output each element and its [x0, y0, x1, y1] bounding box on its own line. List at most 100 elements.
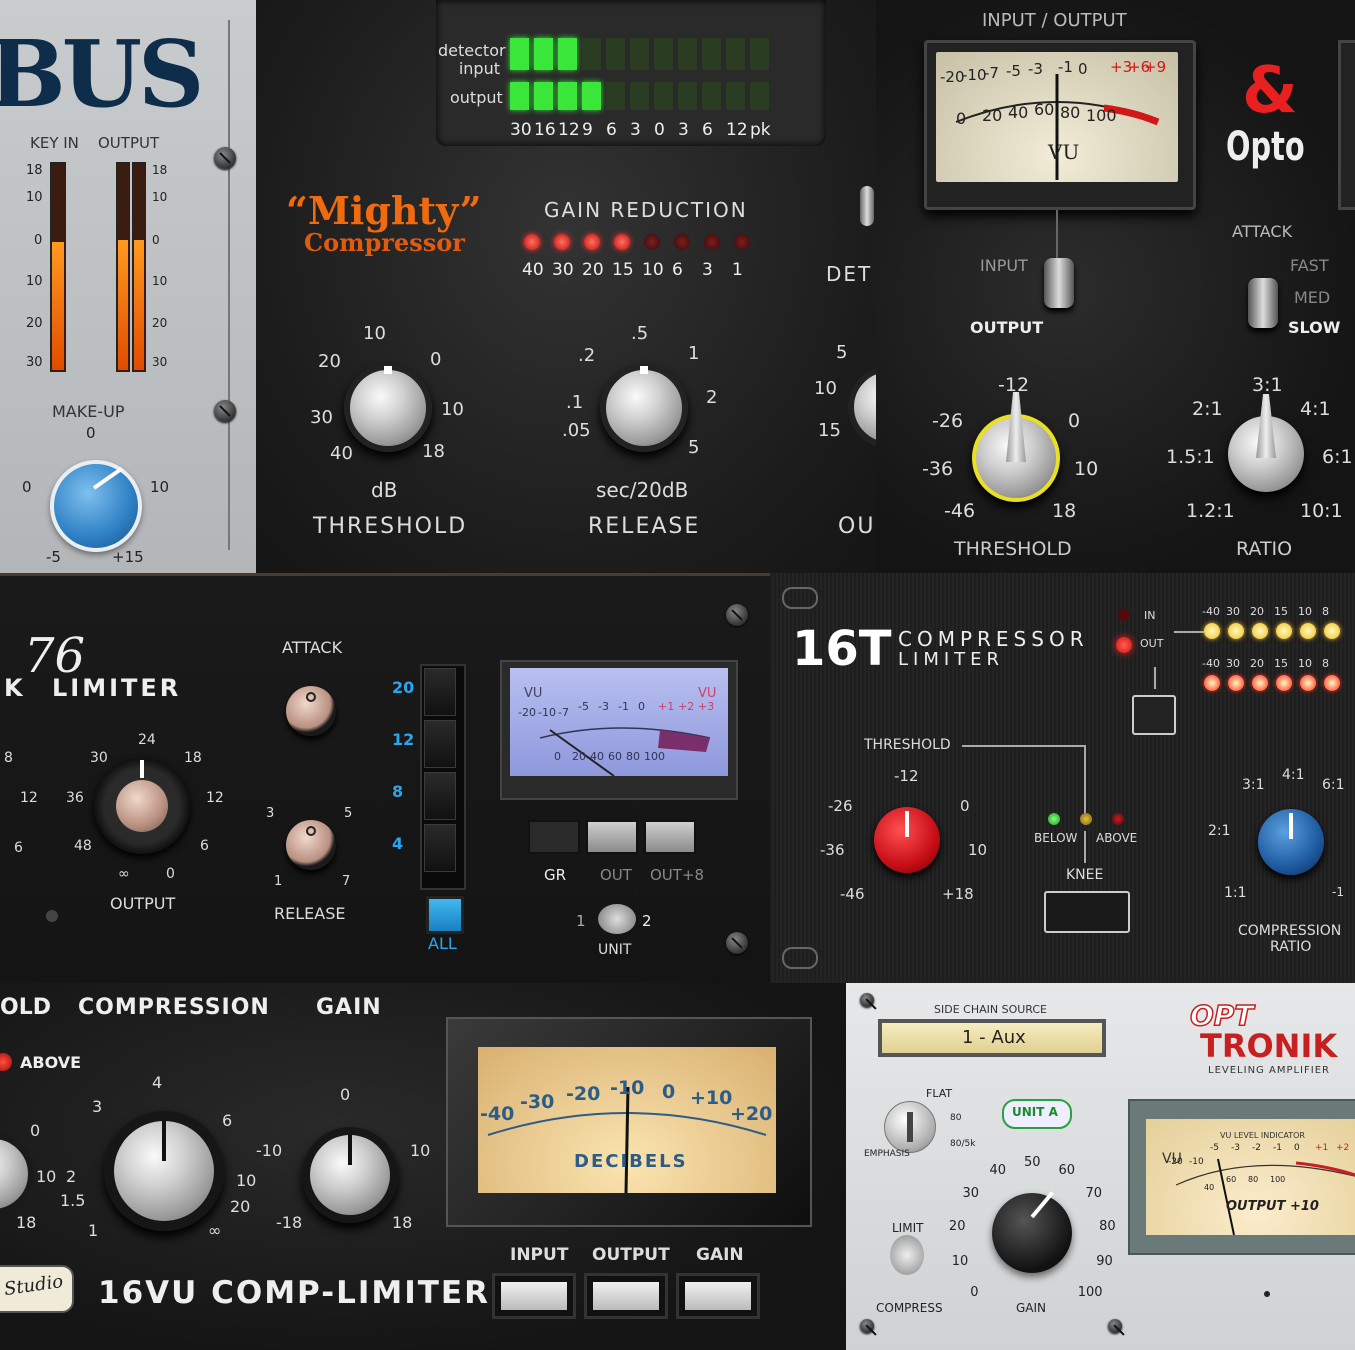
ratio-button[interactable] — [424, 824, 456, 872]
vu-scale-label: -10 — [610, 1077, 645, 1099]
meter-scale-tick: 3 — [630, 120, 641, 140]
opto-ratio-label: RATIO — [1236, 538, 1293, 560]
mighty-threshold-label: THRESHOLD — [313, 514, 468, 539]
meter-scale-tick: 6 — [702, 120, 713, 140]
vu-scale-label: -5 — [1006, 62, 1021, 80]
gr-led — [524, 234, 540, 250]
vu16-input-button[interactable] — [492, 1273, 576, 1319]
detector-input-label: detector input — [438, 41, 506, 78]
out-led — [1116, 637, 1132, 653]
opto-threshold-knob[interactable] — [972, 392, 1060, 502]
unit-badge-text: UNIT A — [1012, 1105, 1058, 1119]
side-chain-value: 1 - Aux — [962, 1027, 1026, 1048]
vu-scale-label: 60 — [1034, 100, 1055, 119]
limiter-attack-knob[interactable] — [286, 686, 336, 736]
vu-scale-label: 100 — [644, 750, 665, 763]
detector-led — [702, 38, 721, 70]
16t-ratio-knob[interactable] — [1258, 809, 1324, 875]
output-label: OUTPUT — [98, 134, 160, 152]
vu16-gain-button[interactable] — [676, 1273, 760, 1319]
output-led — [558, 82, 577, 110]
mighty-output-knob[interactable] — [848, 366, 876, 448]
led-scale-label: 20 — [1250, 605, 1264, 618]
gain-scale-label: 0 — [970, 1284, 979, 1300]
meter-select-button[interactable] — [528, 820, 580, 854]
mighty-release-unit: sec/20dB — [596, 478, 689, 502]
attack-toggle[interactable] — [1248, 278, 1278, 328]
ratio-button[interactable] — [424, 772, 456, 820]
attack-med: MED — [1294, 288, 1331, 307]
vu-scale-label: 40 — [1204, 1183, 1215, 1192]
mighty-threshold-knob[interactable] — [344, 364, 432, 452]
led-scale-label: 30 — [1226, 605, 1240, 618]
out-label-16t: OUT — [1140, 637, 1164, 650]
gr-led — [554, 234, 570, 250]
gain-reduction-leds: 40 30 20 15 10 6 3 1 — [522, 234, 762, 290]
gr-led — [614, 234, 630, 250]
knee-button[interactable] — [1044, 891, 1130, 933]
opto-ratio-knob[interactable] — [1228, 394, 1304, 492]
detector-led — [606, 38, 625, 70]
vu16-compression-knob[interactable] — [104, 1111, 224, 1231]
detector-led — [726, 38, 745, 70]
meter-scale-tick: 9 — [582, 120, 593, 140]
limit-label: LIMIT — [892, 1221, 924, 1235]
gain-scale-label: 50 — [1024, 1155, 1041, 1170]
knee-line — [1084, 831, 1086, 863]
unit-toggle[interactable] — [598, 904, 636, 934]
vu-scale-label: -10 — [1189, 1157, 1204, 1167]
in-out-switch[interactable] — [1132, 695, 1176, 735]
gr-value: 20 — [582, 260, 604, 280]
16t-logo-line2: LIMITER — [898, 649, 1005, 670]
meter-select-button[interactable] — [586, 820, 638, 854]
meter-led — [1252, 675, 1268, 691]
vu-scale-label: -7 — [558, 706, 569, 719]
output-led — [582, 82, 601, 110]
ratio-button[interactable] — [424, 668, 456, 716]
opto-io-toggle[interactable] — [1044, 258, 1074, 308]
output-led — [726, 82, 745, 110]
limiter-vu-right: VU — [698, 686, 717, 701]
vu-scale-label: 20 — [982, 106, 1003, 125]
vu-scale-label: -5 — [1210, 1143, 1219, 1153]
vu16-output-button[interactable] — [584, 1273, 668, 1319]
meter-led — [1228, 623, 1244, 639]
out-label: OU — [838, 514, 876, 539]
knee-led — [1080, 813, 1092, 825]
gain-scale-label: 90 — [1096, 1254, 1113, 1270]
decibels-label: DECIBELS — [574, 1151, 688, 1172]
gain-scale-label: 100 — [1077, 1284, 1103, 1300]
optronik-gain-knob[interactable] — [992, 1191, 1072, 1273]
ratio-label: 8 — [392, 782, 404, 801]
output-meter-left — [116, 162, 130, 372]
limiter-release-knob[interactable] — [286, 820, 336, 870]
limiter-output-knob[interactable] — [94, 758, 190, 854]
emphasis-knob[interactable] — [884, 1101, 936, 1153]
16t-threshold-knob[interactable] — [874, 807, 940, 873]
meter-led — [1252, 623, 1268, 639]
gr-value: 6 — [672, 260, 683, 280]
attack-label-76: ATTACK — [282, 638, 343, 657]
det-label: DET — [826, 262, 873, 286]
limiter-release-label: RELEASE — [274, 904, 346, 923]
opto-compressor-panel: INPUT / OUTPUT -20 -10 -7 -5 -3 -1 0 +3 +6 +9 0 20… — [876, 0, 1355, 573]
makeup-knob[interactable] — [50, 460, 142, 552]
meter-select-button[interactable] — [644, 820, 696, 854]
all-button[interactable] — [426, 896, 464, 934]
led-scale-label: 30 — [1226, 657, 1240, 670]
vu16-gain-knob[interactable] — [302, 1127, 398, 1223]
vu-scale-label: -3 — [1231, 1143, 1240, 1153]
ratio-button[interactable] — [424, 720, 456, 768]
mighty-logo-line2: Compressor — [304, 228, 465, 257]
led-scale-label: 20 — [1250, 657, 1264, 670]
vu16-threshold-knob[interactable] — [0, 1133, 34, 1215]
vu16-gain-btn-label: GAIN — [696, 1245, 744, 1265]
16t-top-oval — [782, 587, 818, 609]
vu-scale-label: -20 — [518, 706, 536, 719]
meter-scale-tick: 30 — [510, 120, 532, 140]
limiter-output-label: OUTPUT — [110, 894, 176, 913]
mighty-release-knob[interactable] — [600, 364, 688, 452]
meter-select-label: GR — [544, 866, 567, 884]
mighty-det-toggle[interactable] — [860, 186, 874, 226]
limit-compress-toggle[interactable] — [890, 1235, 924, 1275]
